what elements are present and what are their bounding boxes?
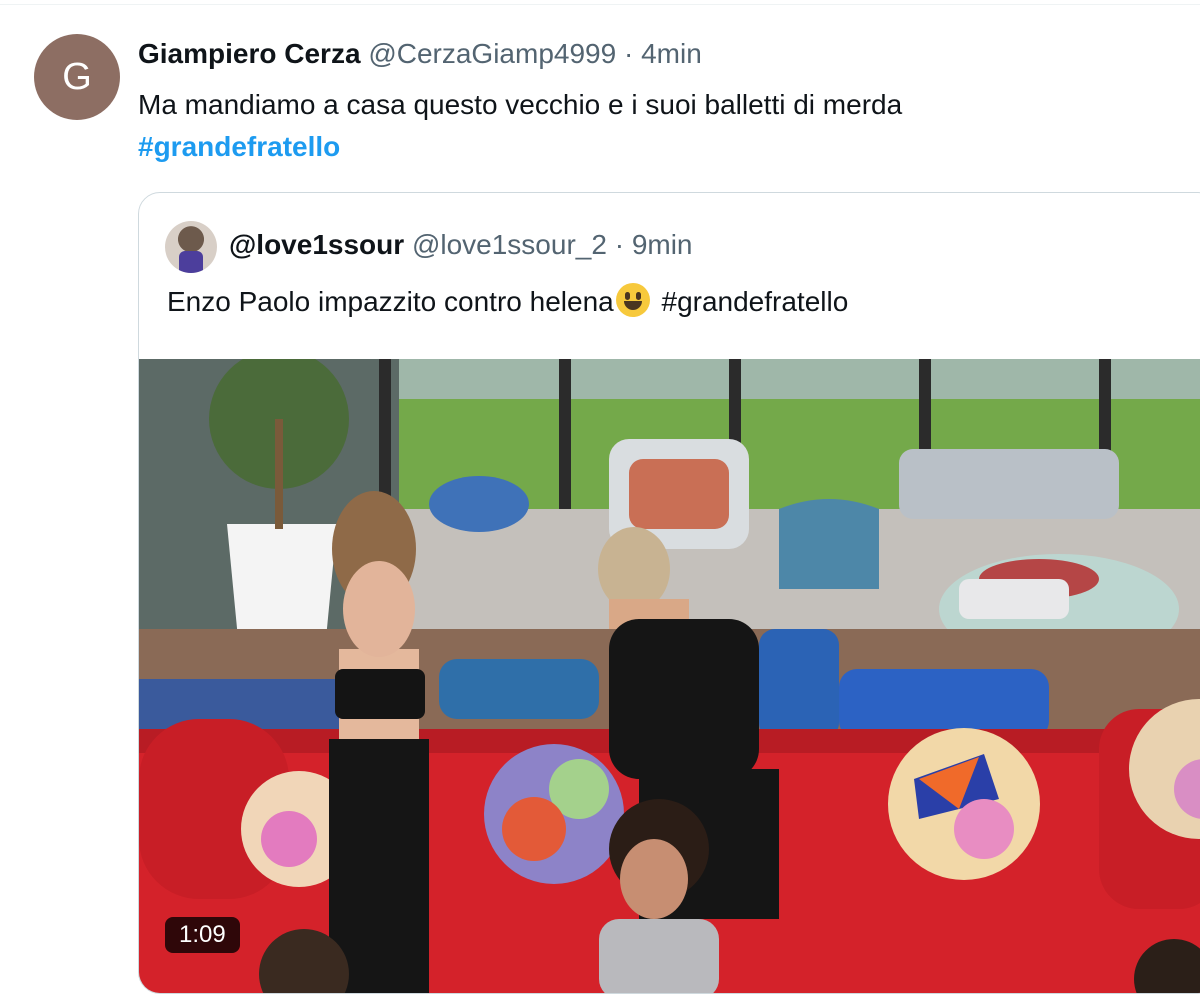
header-separator: · xyxy=(623,38,634,69)
tweet-body: Ma mandiamo a casa questo vecchio e i su… xyxy=(138,89,903,120)
video-duration-badge: 1:09 xyxy=(165,917,240,953)
hashtag-link[interactable]: #grandefratello xyxy=(138,126,1178,168)
quoted-header-separator: · xyxy=(614,229,625,260)
avatar[interactable]: G xyxy=(34,34,120,120)
quoted-author-name[interactable]: @love1ssour xyxy=(229,229,404,260)
avatar-letter: G xyxy=(62,55,92,98)
tweet-text: Ma mandiamo a casa questo vecchio e i su… xyxy=(138,84,1178,168)
author-name[interactable]: Giampiero Cerza xyxy=(138,38,361,69)
quoted-tweet-card[interactable]: @love1ssour @love1ssour_2 · 9min Enzo Pa… xyxy=(138,192,1200,994)
quoted-author-handle[interactable]: @love1ssour_2 xyxy=(412,229,607,260)
top-divider xyxy=(0,4,1200,5)
tweet-header: Giampiero Cerza @CerzaGiamp4999 · 4min xyxy=(138,38,702,70)
quoted-tweet-time[interactable]: 9min xyxy=(632,229,693,260)
quoted-tweet-body: Enzo Paolo impazzito contro helena xyxy=(167,286,614,317)
quoted-tweet-text: Enzo Paolo impazzito contro helena #gran… xyxy=(167,281,848,323)
video-player[interactable]: 1:09 xyxy=(139,359,1200,993)
video-frame xyxy=(139,359,1200,993)
quoted-hashtag[interactable]: #grandefratello xyxy=(662,286,849,317)
quoted-tweet-header: @love1ssour @love1ssour_2 · 9min xyxy=(229,229,693,261)
quoted-avatar[interactable] xyxy=(165,221,217,273)
author-handle[interactable]: @CerzaGiamp4999 xyxy=(368,38,616,69)
smiling-face-icon xyxy=(615,283,650,317)
tweet-time[interactable]: 4min xyxy=(641,38,702,69)
